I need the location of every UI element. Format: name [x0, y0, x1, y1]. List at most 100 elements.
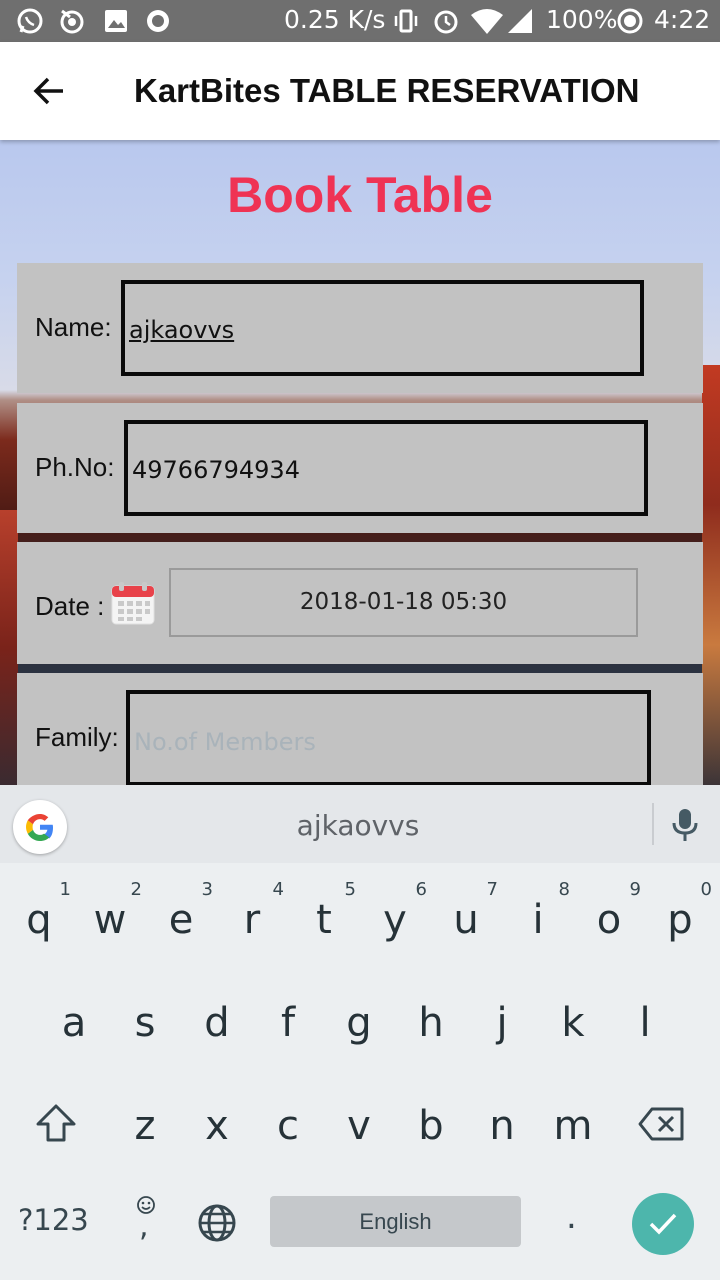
- date-row: Date : 2018-01-18 05:30: [17, 542, 703, 664]
- key-w-label: w: [93, 897, 127, 943]
- key-y-number: 6: [415, 879, 427, 900]
- key-b-label: b: [418, 1103, 444, 1149]
- date-picker-field[interactable]: 2018-01-18 05:30: [169, 568, 638, 637]
- key-j[interactable]: j: [467, 980, 537, 1070]
- key-x-label: x: [205, 1103, 229, 1149]
- backspace-icon[interactable]: [638, 1106, 686, 1142]
- key-i-number: 8: [558, 879, 570, 900]
- key-k[interactable]: k: [538, 980, 608, 1070]
- period-key[interactable]: .: [566, 1197, 577, 1237]
- key-p-label: p: [667, 897, 693, 943]
- key-g[interactable]: g: [324, 980, 394, 1070]
- name-input[interactable]: ajkaovvs: [121, 280, 644, 376]
- key-y-label: y: [383, 897, 407, 943]
- key-d[interactable]: d: [182, 980, 252, 1070]
- key-r[interactable]: r4: [217, 877, 287, 967]
- key-p-number: 0: [700, 879, 712, 900]
- key-o[interactable]: o9: [574, 877, 644, 967]
- key-v-label: v: [347, 1103, 371, 1149]
- key-v[interactable]: v: [324, 1083, 394, 1173]
- family-row: Family: No.of Members: [17, 673, 703, 785]
- key-s[interactable]: s: [110, 980, 180, 1070]
- key-c-label: c: [277, 1103, 299, 1149]
- key-t-number: 5: [344, 879, 356, 900]
- comma-key[interactable]: ,: [139, 1209, 149, 1244]
- suggestion-word[interactable]: ajkaovvs: [0, 809, 716, 842]
- key-z[interactable]: z: [110, 1083, 180, 1173]
- key-e-label: e: [168, 897, 194, 943]
- key-q-label: q: [26, 897, 52, 943]
- background-image-left: [0, 510, 18, 785]
- phone-label: Ph.No:: [35, 452, 115, 482]
- key-r-label: r: [243, 897, 261, 943]
- key-s-label: s: [134, 1000, 156, 1046]
- key-i-label: i: [532, 897, 544, 943]
- back-button[interactable]: [24, 66, 74, 116]
- key-z-label: z: [134, 1103, 156, 1149]
- key-e[interactable]: e3: [146, 877, 216, 967]
- date-label: Date :: [35, 591, 105, 621]
- shift-icon[interactable]: [34, 1103, 78, 1143]
- family-label: Family:: [35, 722, 119, 752]
- app-title: KartBites TABLE RESERVATION: [134, 72, 640, 109]
- symbols-key[interactable]: ?123: [18, 1203, 89, 1237]
- key-n-label: n: [489, 1103, 515, 1149]
- checkmark-icon: [649, 1213, 677, 1235]
- space-bar[interactable]: English: [270, 1196, 521, 1247]
- record-icon: [147, 10, 169, 32]
- back-arrow-icon: [33, 77, 63, 105]
- phone-row: Ph.No: 49766794934: [17, 403, 703, 533]
- key-p[interactable]: p0: [645, 877, 715, 967]
- whatsapp-icon: [17, 8, 43, 34]
- key-e-number: 3: [201, 879, 213, 900]
- key-b[interactable]: b: [396, 1083, 466, 1173]
- key-d-label: d: [204, 1000, 230, 1046]
- key-m[interactable]: m: [538, 1083, 608, 1173]
- network-speed: 0.25 K/s: [284, 5, 386, 34]
- globe-icon[interactable]: [197, 1203, 237, 1243]
- signal-icon: [508, 9, 532, 33]
- key-h-label: h: [418, 1000, 444, 1046]
- battery-level: 100%: [546, 5, 618, 34]
- key-x[interactable]: x: [182, 1083, 252, 1173]
- key-q[interactable]: q1: [4, 877, 74, 967]
- name-label: Name:: [35, 312, 112, 342]
- key-o-label: o: [596, 897, 622, 943]
- key-u-label: u: [453, 897, 479, 943]
- key-a-label: a: [61, 1000, 87, 1046]
- key-a[interactable]: a: [39, 980, 109, 1070]
- wifi-icon: [471, 9, 503, 34]
- suggestion-divider: [652, 803, 654, 845]
- microphone-icon[interactable]: [670, 807, 700, 843]
- background-image-right: [702, 365, 720, 785]
- key-l[interactable]: l: [610, 980, 680, 1070]
- key-u[interactable]: u7: [431, 877, 501, 967]
- name-value: ajkaovvs: [129, 316, 235, 344]
- key-n[interactable]: n: [467, 1083, 537, 1173]
- family-members-input[interactable]: No.of Members: [126, 690, 651, 785]
- key-h[interactable]: h: [396, 980, 466, 1070]
- name-row: Name: ajkaovvs: [17, 263, 703, 393]
- key-c[interactable]: c: [253, 1083, 323, 1173]
- calendar-icon[interactable]: [110, 580, 156, 626]
- key-r-number: 4: [272, 879, 284, 900]
- key-i[interactable]: i8: [503, 877, 573, 967]
- key-y[interactable]: y6: [360, 877, 430, 967]
- page-heading: Book Table: [227, 167, 493, 223]
- app-notification-icon: [60, 9, 84, 34]
- enter-done-button[interactable]: [632, 1193, 694, 1255]
- phone-input[interactable]: 49766794934: [124, 420, 648, 516]
- vibrate-icon: [394, 9, 418, 33]
- booking-form: Book Table Name: ajkaovvs Ph.No: 4976679…: [0, 140, 720, 785]
- key-t[interactable]: t5: [289, 877, 359, 967]
- key-t-label: t: [316, 897, 332, 943]
- key-k-label: k: [561, 1000, 585, 1046]
- image-icon: [105, 10, 127, 32]
- key-o-number: 9: [629, 879, 641, 900]
- app-bar: KartBites TABLE RESERVATION: [0, 42, 720, 140]
- key-u-number: 7: [486, 879, 498, 900]
- key-f[interactable]: f: [253, 980, 323, 1070]
- clock: 4:22: [654, 5, 711, 34]
- key-w-number: 2: [130, 879, 142, 900]
- key-w[interactable]: w2: [75, 877, 145, 967]
